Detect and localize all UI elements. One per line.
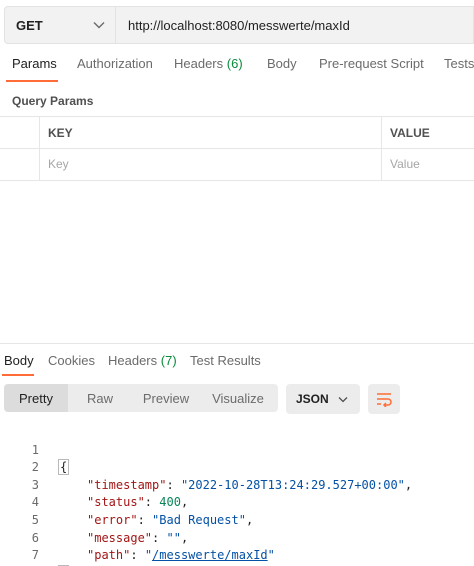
params-header-row: KEY VALUE [0, 117, 474, 149]
code-line: 6 "path": "/messwerte/maxId" [0, 512, 474, 563]
json-path-link[interactable]: /messwerte/maxId [152, 548, 268, 562]
method-select[interactable]: GET [4, 6, 116, 44]
param-key-input[interactable]: Key [48, 157, 69, 171]
wrap-lines-button[interactable] [368, 384, 400, 414]
view-mode-toggle: Pretty Raw Preview Visualize [4, 384, 278, 412]
pretty-button[interactable]: Pretty [4, 384, 68, 412]
response-body-code: 1 { 2 "timestamp": "2022-10-28T13:24:29.… [0, 424, 474, 566]
response-tabs: Body Cookies Headers (7) Test Results [0, 353, 474, 377]
json-key: "path" [87, 548, 131, 563]
tab-authorization[interactable]: Authorization [77, 56, 153, 71]
code-line: 4 "error": "Bad Request", [0, 477, 474, 527]
code-line: 3 "status": 400, [0, 459, 474, 510]
code-line: 2 "timestamp": "2022-10-28T13:24:29.527+… [0, 442, 474, 492]
tab-headers-label: Headers [174, 56, 224, 71]
tab-headers[interactable]: Headers (6) [174, 56, 243, 71]
tab-test-results[interactable]: Test Results [190, 353, 261, 368]
chevron-down-icon [93, 22, 105, 29]
value-column-header: VALUE [390, 126, 430, 140]
headers-count-badge: (6) [226, 56, 243, 71]
tab-body[interactable]: Body [267, 56, 297, 71]
wrap-lines-icon [377, 393, 392, 407]
visualize-button[interactable]: Visualize [200, 384, 276, 412]
preview-button[interactable]: Preview [132, 384, 200, 412]
response-headers-count-badge: (7) [160, 353, 177, 368]
chevron-down-icon [338, 396, 348, 402]
params-table: KEY VALUE Key Value [0, 116, 474, 181]
tab-response-body[interactable]: Body [4, 353, 34, 368]
tab-params[interactable]: Params [12, 56, 57, 71]
code-line: 1 { [0, 424, 474, 476]
tab-cookies[interactable]: Cookies [48, 353, 95, 368]
format-select[interactable]: JSON [286, 384, 360, 414]
code-line: 5 "message": "", [0, 494, 474, 545]
params-input-row: Key Value [0, 149, 474, 181]
format-label: JSON [296, 392, 329, 406]
code-line: 7 } [0, 530, 474, 566]
tab-response-headers[interactable]: Headers (7) [108, 353, 177, 368]
tab-pre-request-script[interactable]: Pre-request Script [319, 56, 424, 71]
raw-button[interactable]: Raw [68, 384, 132, 412]
key-column-header: KEY [48, 126, 73, 140]
query-params-title: Query Params [12, 94, 94, 108]
method-label: GET [16, 17, 43, 33]
active-response-tab-indicator [2, 374, 34, 376]
request-bar: GET http://localhost:8080/messwerte/maxI… [4, 6, 474, 44]
tab-tests[interactable]: Tests [444, 56, 474, 71]
line-number: 7 [31, 548, 39, 563]
tab-response-headers-label: Headers [108, 353, 158, 368]
param-value-input[interactable]: Value [390, 157, 420, 171]
active-tab-indicator [6, 80, 58, 82]
url-input[interactable]: http://localhost:8080/messwerte/maxId [116, 6, 474, 44]
pane-divider[interactable] [0, 343, 474, 344]
request-tabs: Params Authorization Headers (6) Body Pr… [0, 56, 474, 82]
